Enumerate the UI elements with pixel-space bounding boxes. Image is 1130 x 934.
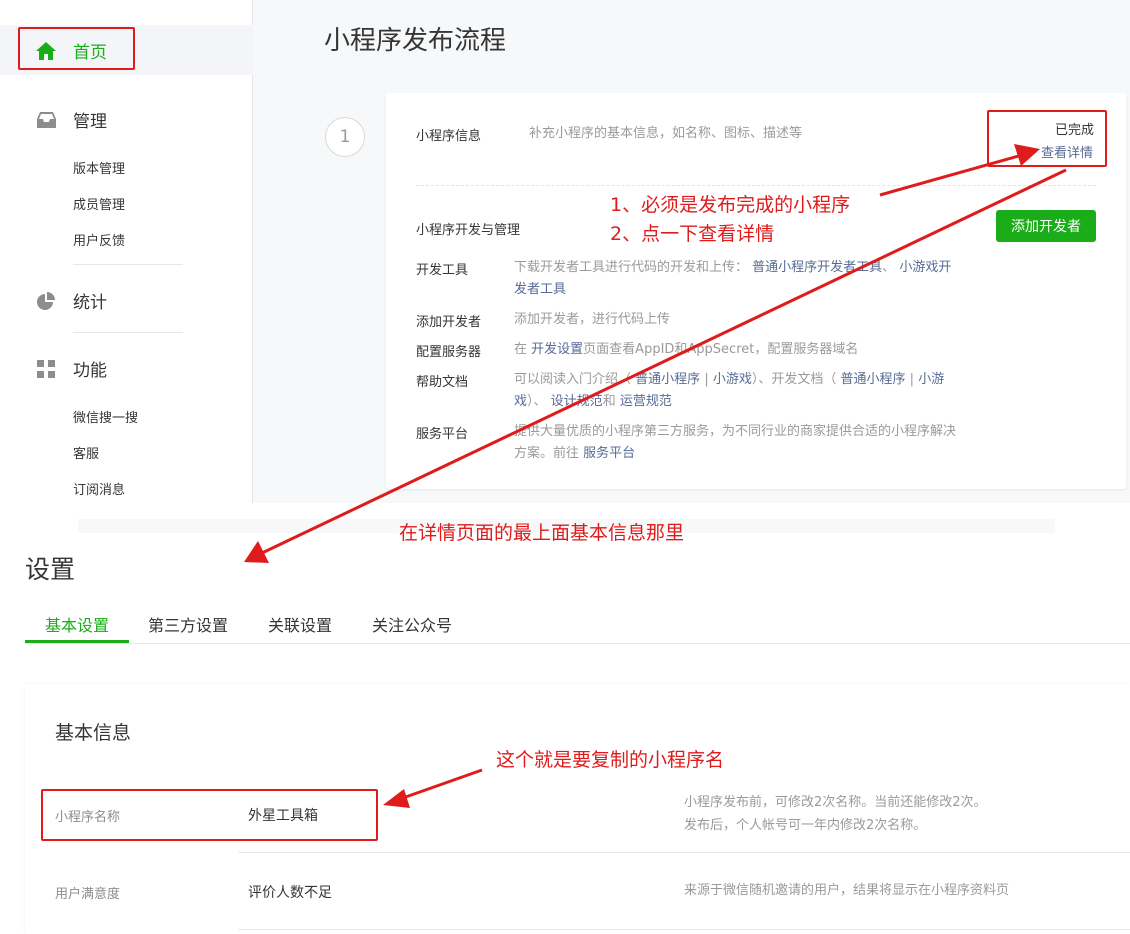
- annotation-arrows: [244, 144, 1067, 808]
